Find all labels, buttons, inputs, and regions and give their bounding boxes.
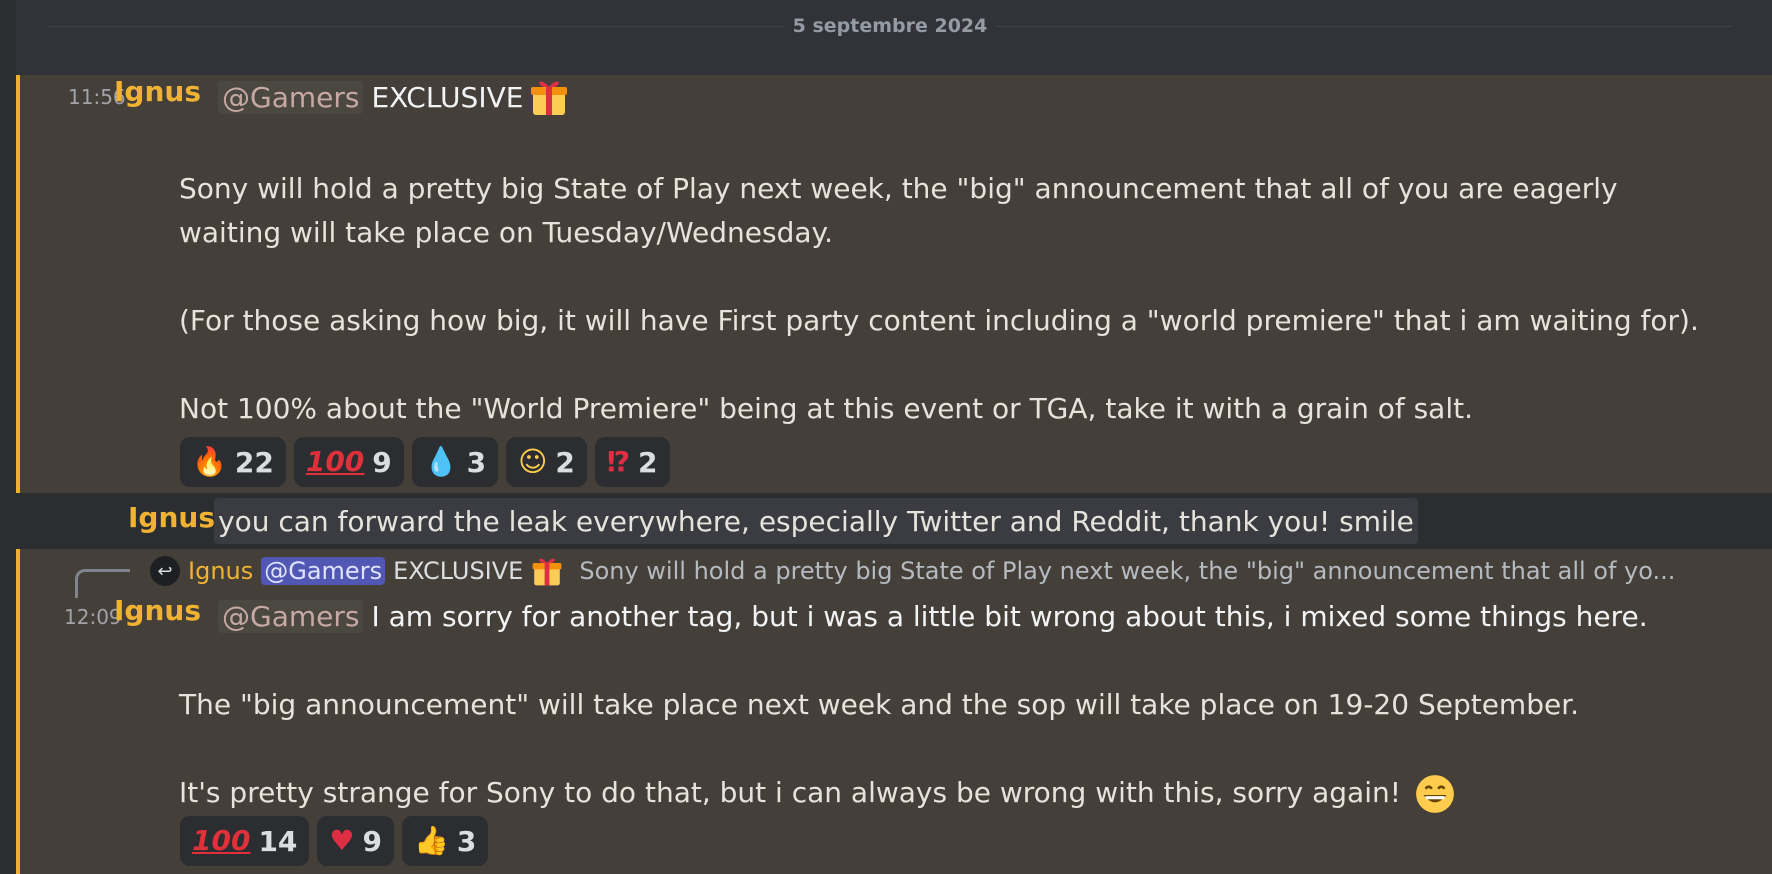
reply-author[interactable]: Ignus — [188, 557, 253, 585]
role-mention[interactable]: @Gamers — [218, 80, 364, 114]
gift-icon — [531, 81, 568, 115]
message-author[interactable]: Ignus — [114, 594, 201, 627]
reply-mention: @Gamers — [261, 557, 386, 585]
reaction-count: 3 — [466, 445, 487, 479]
divider-line — [48, 25, 785, 27]
reaction-hundred[interactable]: 100 14 — [180, 816, 310, 866]
reaction-hundred[interactable]: 100 9 — [293, 437, 404, 487]
message-item[interactable]: Ignus you can forward the leak everywher… — [16, 493, 1772, 549]
reaction-count: 2 — [555, 445, 575, 479]
exclamation-question-icon: ⁉ — [606, 445, 631, 478]
message-paragraph: Not 100% about the "World Premiere" bein… — [179, 392, 1474, 425]
message-author[interactable]: Ignus — [114, 75, 201, 108]
reply-arrow-icon: ↩ — [150, 556, 180, 586]
reply-preview-line[interactable]: ↩ Ignus @Gamers EXCLUSIVE Sony will hold… — [150, 555, 1675, 587]
message-content: The "big announcement" will take place n… — [179, 683, 1702, 815]
reaction-count: 9 — [372, 445, 392, 479]
reaction-count: 2 — [638, 445, 658, 479]
message-paragraph: (For those asking how big, it will have … — [179, 304, 1699, 337]
message-content: Sony will hold a pretty big State of Pla… — [179, 167, 1702, 431]
role-mention[interactable]: @Gamers — [218, 599, 364, 633]
hundred-points-icon: 100 — [192, 824, 251, 857]
reaction-thumbs-up[interactable]: 👍 3 — [402, 816, 489, 866]
baby-icon: ☺ — [518, 445, 548, 478]
reply-preview-text: Sony will hold a pretty big State of Pla… — [579, 557, 1676, 585]
message-paragraph: Sony will hold a pretty big State of Pla… — [179, 172, 1618, 249]
reaction-count: 9 — [362, 824, 383, 858]
reaction-count: 3 — [456, 824, 477, 858]
reaction-drop[interactable]: 💧 3 — [411, 437, 499, 487]
message-paragraph: It's pretty strange for Sony to do that,… — [179, 771, 1702, 815]
message-header: @Gamers I am sorry for another tag, but … — [218, 594, 1648, 638]
message-item[interactable]: 11:56 Ignus @Gamers EXCLUSIVE Sony will … — [16, 75, 1772, 493]
date-divider-label: 5 septembre 2024 — [792, 15, 988, 37]
reaction-baby[interactable]: ☺ 2 — [506, 437, 587, 487]
header-text: EXCLUSIVE — [371, 80, 524, 114]
reaction-count: 22 — [234, 445, 274, 479]
header-text: I am sorry for another tag, but i was a … — [371, 599, 1648, 633]
grinning-face-icon — [1415, 775, 1454, 813]
drop-of-blood-icon: 💧 — [423, 445, 459, 478]
message-author[interactable]: Ignus — [128, 501, 215, 534]
message-paragraph: The "big announcement" will take place n… — [179, 688, 1580, 721]
reaction-count: 14 — [258, 824, 298, 858]
reaction-bar: 100 14 ♥ 9 👍 3 — [180, 816, 489, 866]
fire-emoji-icon: 🔥 — [192, 445, 227, 478]
left-rail — [0, 0, 16, 874]
thumbs-up-icon: 👍 — [414, 824, 449, 857]
gift-icon — [532, 558, 562, 586]
chat-channel: 5 septembre 2024 11:56 Ignus @Gamers EXC… — [0, 0, 1772, 874]
reply-excl-text: EXCLUSIVE — [393, 557, 524, 585]
red-heart-icon: ♥ — [329, 824, 355, 857]
hundred-points-icon: 100 — [305, 445, 365, 478]
divider-line — [995, 25, 1732, 27]
message-item[interactable]: ↩ Ignus @Gamers EXCLUSIVE Sony will hold… — [16, 549, 1772, 874]
message-header: @Gamers EXCLUSIVE — [218, 75, 569, 119]
reaction-fire[interactable]: 🔥 22 — [180, 437, 286, 487]
date-divider: 5 septembre 2024 — [48, 8, 1732, 44]
reaction-exclamation-question[interactable]: ⁉ 2 — [594, 437, 670, 487]
message-content: you can forward the leak everywhere, esp… — [214, 498, 1418, 544]
reaction-bar: 🔥 22 100 9 💧 3 ☺ 2 ⁉ 2 — [180, 437, 670, 487]
message-timestamp[interactable]: 12:09 — [64, 605, 122, 629]
reaction-heart[interactable]: ♥ 9 — [317, 816, 395, 866]
